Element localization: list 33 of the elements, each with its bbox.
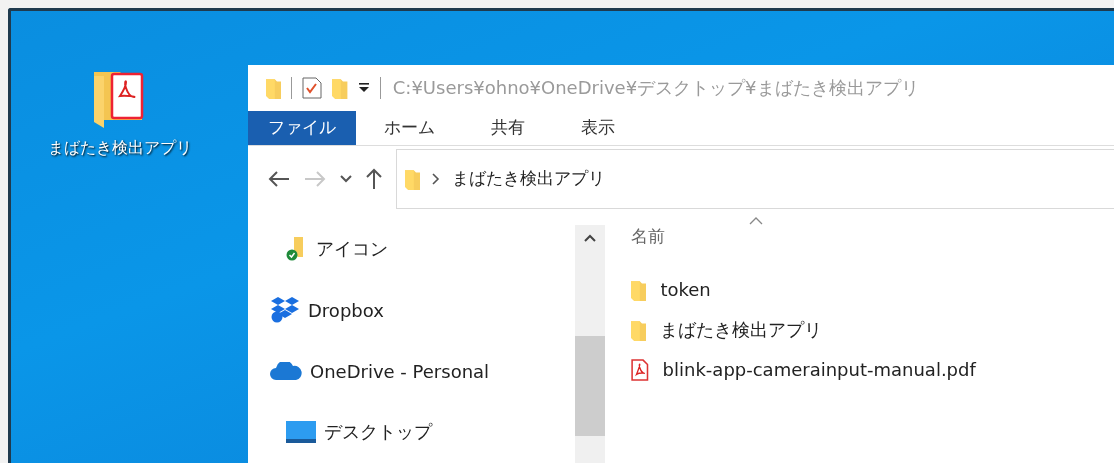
nav-item-label[interactable]: アイコン bbox=[316, 237, 388, 262]
folder-icon bbox=[631, 279, 647, 301]
scrollbar[interactable] bbox=[575, 225, 605, 463]
scrollbar-thumb[interactable] bbox=[575, 336, 605, 436]
folder-icon bbox=[631, 319, 647, 341]
new-folder-icon bbox=[332, 76, 348, 99]
nav-item-label[interactable]: Dropbox bbox=[308, 300, 384, 321]
ribbon-tab[interactable]: ファイル bbox=[248, 110, 356, 145]
file-name[interactable]: blink-app-camerainput-manual.pdf bbox=[662, 359, 976, 381]
window-title: C:¥Users¥ohno¥OneDrive¥デスクトップ¥まばたき検出アプリ bbox=[392, 75, 919, 100]
properties-icon[interactable] bbox=[302, 76, 323, 99]
dropbox-icon bbox=[270, 297, 300, 324]
ribbon-tab[interactable]: ホーム bbox=[356, 110, 463, 145]
ribbon-tab[interactable]: 表示 bbox=[553, 110, 643, 145]
pdf-file-icon bbox=[631, 359, 649, 381]
folder-icon bbox=[405, 167, 421, 190]
back-arrow-icon[interactable] bbox=[268, 170, 290, 187]
nav-item-label[interactable]: OneDrive - Personal bbox=[310, 361, 490, 382]
scroll-up-icon[interactable] bbox=[583, 233, 597, 243]
chevron-down-icon[interactable] bbox=[340, 174, 352, 183]
folder-icon bbox=[266, 76, 282, 99]
desktop-icon bbox=[286, 421, 316, 444]
up-arrow-icon[interactable] bbox=[366, 167, 382, 190]
ribbon-tab[interactable]: 共有 bbox=[463, 110, 553, 145]
column-header[interactable]: 名前 bbox=[631, 225, 665, 248]
dropdown-icon[interactable] bbox=[357, 82, 370, 93]
chevron-right-icon bbox=[432, 172, 441, 185]
file-name[interactable]: token bbox=[660, 279, 711, 301]
breadcrumb[interactable]: まばたき検出アプリ bbox=[452, 167, 606, 191]
cloud-icon bbox=[270, 362, 302, 381]
nav-item-label[interactable]: デスクトップ bbox=[324, 420, 432, 445]
address-bar[interactable]: まばたき検出アプリ bbox=[396, 148, 1114, 209]
file-name[interactable]: まばたき検出アプリ bbox=[660, 318, 823, 342]
